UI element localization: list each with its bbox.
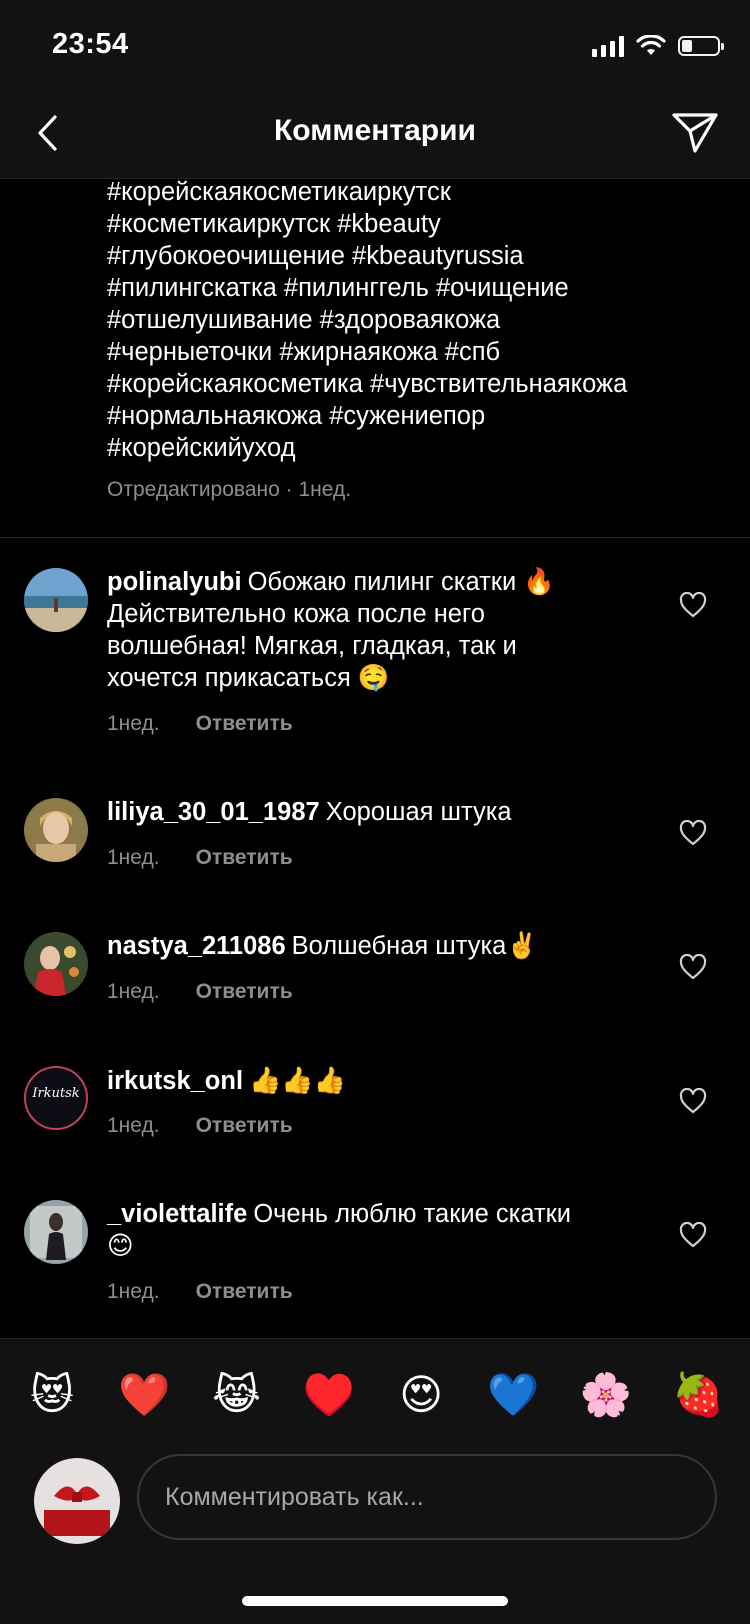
emoji-reaction-button[interactable]: ♥️ (303, 1369, 355, 1421)
like-button[interactable] (678, 1220, 708, 1250)
comment-meta: 1нед. Ответить (107, 1114, 293, 1138)
comment-meta: 1нед. Ответить (107, 1280, 293, 1304)
avatar[interactable] (24, 798, 88, 862)
status-bar: 23:54 (0, 0, 750, 88)
heart-outline-icon (679, 954, 707, 980)
emoji-reaction-button[interactable]: 😹 (211, 1369, 263, 1421)
comment-time: 1нед. (107, 712, 160, 735)
avatar[interactable] (24, 1200, 88, 1264)
reply-button[interactable]: Ответить (196, 712, 293, 736)
comment-text-line: хочется прикасаться 🤤 (107, 664, 390, 692)
comment-text: _violettalife Очень люблю такие скатки 😊 (107, 1198, 667, 1262)
caption-line[interactable]: #нормальнаякожа #сужениепор (107, 400, 727, 432)
avatar-logo-text: Irkutsk (32, 1086, 80, 1101)
comment-username[interactable]: polinalyubi (107, 568, 242, 596)
wifi-icon (636, 35, 666, 55)
like-button[interactable] (678, 818, 708, 848)
caption-line[interactable]: #корейскаякосметика #чувствительнаякожа (107, 368, 727, 400)
comment-username[interactable]: _violettalife (107, 1200, 247, 1228)
paper-plane-icon (672, 113, 718, 153)
comment-meta: 1нед. Ответить (107, 712, 293, 736)
caption-line[interactable]: #глубокоеочищение #kbeautyrussia (107, 240, 727, 272)
emoji-reaction-button[interactable]: 💙 (487, 1369, 539, 1421)
caption-line[interactable]: #косметикаиркутск #kbeauty (107, 208, 727, 240)
comment-text-line: Действительно кожа после него (107, 600, 485, 628)
status-icons (592, 33, 724, 59)
comment-username[interactable]: nastya_211086 (107, 932, 286, 960)
caption-line[interactable]: #корейскийуход (107, 432, 727, 464)
comment-text: polinalyubi Обожаю пилинг скатки 🔥 Действ… (107, 566, 667, 694)
comment-username[interactable]: irkutsk_onl (107, 1067, 243, 1095)
comment-meta: 1нед. Ответить (107, 980, 293, 1004)
comment-text-line: Волшебная штука✌️ (291, 932, 539, 960)
heart-outline-icon (679, 1088, 707, 1114)
caption-line[interactable]: #отшелушивание #здороваякожа (107, 304, 727, 336)
like-button[interactable] (678, 952, 708, 982)
cellular-signal-icon (592, 35, 624, 57)
current-user-avatar (34, 1458, 120, 1544)
comment-text-line: волшебная! Мягкая, гладкая, так и (107, 632, 517, 660)
avatar[interactable]: Irkutsk (24, 1066, 88, 1130)
comment-username[interactable]: liliya_30_01_1987 (107, 798, 320, 826)
like-button[interactable] (678, 1086, 708, 1116)
post-caption: #корейскаякосметикаиркутск #косметикаирк… (107, 176, 727, 502)
comment-time: 1нед. (107, 1280, 160, 1303)
caption-line[interactable]: #черныеточки #жирнаякожа #спб (107, 336, 727, 368)
caption-meta: Отредактировано · 1нед. (107, 478, 352, 501)
battery-icon (678, 36, 724, 56)
comment-time: 1нед. (107, 1114, 160, 1137)
comment-time: 1нед. (107, 980, 160, 1003)
page-title: Комментарии (273, 114, 477, 147)
comment-text: liliya_30_01_1987 Хорошая штука (107, 796, 667, 828)
comment-meta: 1нед. Ответить (107, 846, 293, 870)
like-button[interactable] (678, 590, 708, 620)
caption-divider (0, 537, 750, 538)
avatar[interactable] (24, 568, 88, 632)
emoji-reaction-button[interactable]: 🍓 (672, 1369, 724, 1421)
reply-button[interactable]: Ответить (196, 1114, 293, 1138)
home-indicator (242, 1596, 508, 1606)
emoji-reaction-button[interactable]: 😻 (26, 1369, 78, 1421)
emoji-reaction-bar: 😻 ❤️ 😹 ♥️ 😍 💙 🌸 🍓 (0, 1338, 750, 1449)
emoji-reaction-button[interactable]: ❤️ (118, 1369, 170, 1421)
comment-text: irkutsk_onl 👍👍👍 (107, 1064, 667, 1097)
comment-text-line: Обожаю пилинг скатки 🔥 (247, 568, 556, 596)
heart-outline-icon (679, 592, 707, 618)
avatar[interactable] (24, 932, 88, 996)
comment-text-line: 😊 (107, 1232, 134, 1260)
comment-text-line: 👍👍👍 (249, 1065, 347, 1095)
emoji-reaction-row: 😻 ❤️ 😹 ♥️ 😍 💙 🌸 🍓 (26, 1369, 724, 1421)
reply-button[interactable]: Ответить (196, 1280, 293, 1304)
reply-button[interactable]: Ответить (196, 846, 293, 870)
heart-outline-icon (679, 1222, 707, 1248)
comment-text: nastya_211086 Волшебная штука✌️ (107, 930, 667, 962)
caption-line[interactable]: #корейскаякосметикаиркутск (107, 176, 727, 208)
caption-line[interactable]: #пилингскатка #пилинггель #очищение (107, 272, 727, 304)
heart-outline-icon (679, 820, 707, 846)
comment-input[interactable] (137, 1454, 717, 1540)
emoji-reaction-button[interactable]: 🌸 (580, 1369, 632, 1421)
emoji-reaction-button[interactable]: 😍 (395, 1369, 447, 1421)
comment-text-line: Очень люблю такие скатки (253, 1200, 572, 1228)
header: Комментарии (0, 88, 750, 179)
comment-composer (0, 1448, 750, 1624)
comment-time: 1нед. (107, 846, 160, 869)
comment-text-line: Хорошая штука (325, 798, 512, 826)
reply-button[interactable]: Ответить (196, 980, 293, 1004)
status-time: 23:54 (52, 28, 129, 60)
share-button[interactable] (668, 106, 722, 160)
